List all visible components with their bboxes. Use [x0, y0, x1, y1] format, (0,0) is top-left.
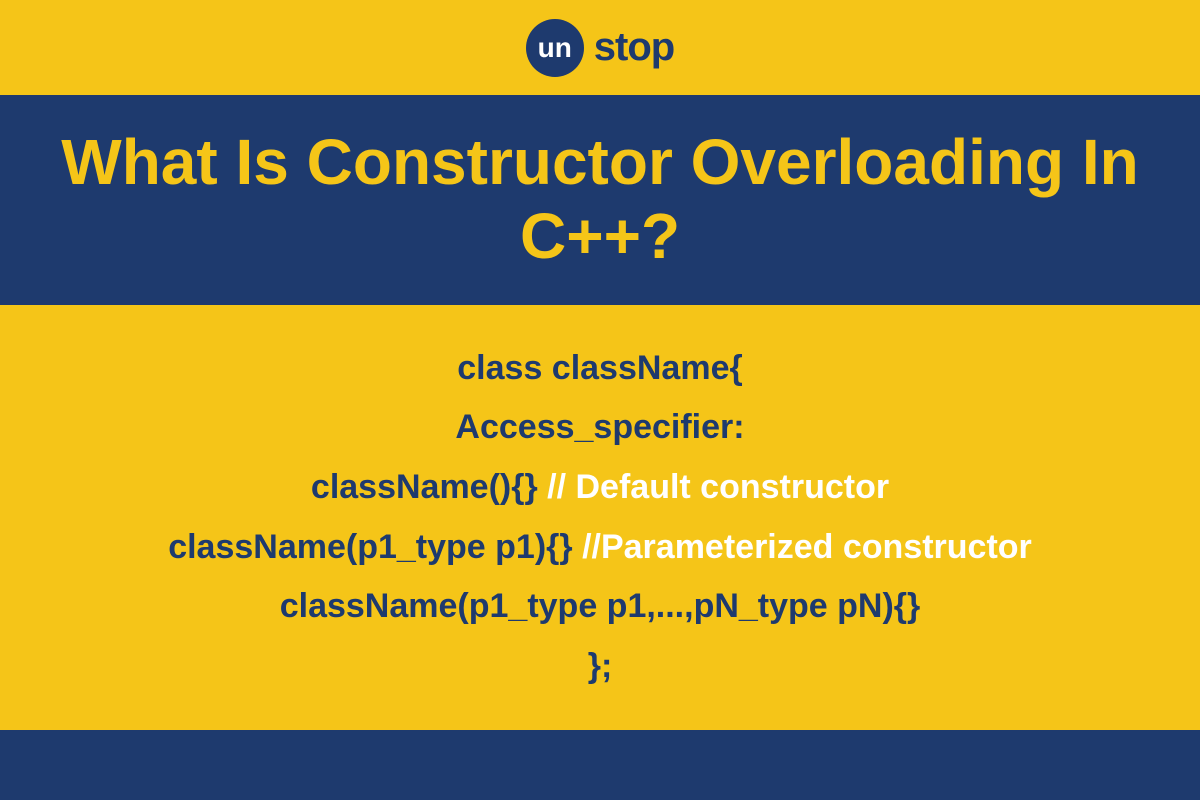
code-line-1: class className{	[457, 345, 742, 393]
code-line-4-code: className(p1_type p1){}	[168, 528, 582, 566]
brand-logo: un stop	[526, 19, 674, 77]
code-line-2: Access_specifier:	[455, 404, 744, 452]
logo-circle-text: un	[538, 32, 572, 64]
code-line-3-comment: // Default constructor	[547, 468, 889, 506]
code-line-3: className(){} // Default constructor	[311, 464, 889, 512]
code-line-4-comment: //Parameterized constructor	[582, 528, 1032, 566]
code-line-3-code: className(){}	[311, 468, 547, 506]
logo-circle-icon: un	[526, 19, 584, 77]
title-band: What Is Constructor Overloading In C++?	[0, 95, 1200, 305]
code-line-4: className(p1_type p1){} //Parameterized …	[168, 524, 1032, 572]
code-snippet-area: class className{ Access_specifier: class…	[0, 305, 1200, 730]
code-line-6: };	[588, 643, 613, 691]
code-line-5: className(p1_type p1,...,pN_type pN){}	[280, 583, 921, 631]
logo-bar: un stop	[0, 0, 1200, 95]
page-title: What Is Constructor Overloading In C++?	[60, 126, 1140, 273]
bottom-band	[0, 730, 1200, 800]
logo-suffix-text: stop	[594, 25, 674, 70]
